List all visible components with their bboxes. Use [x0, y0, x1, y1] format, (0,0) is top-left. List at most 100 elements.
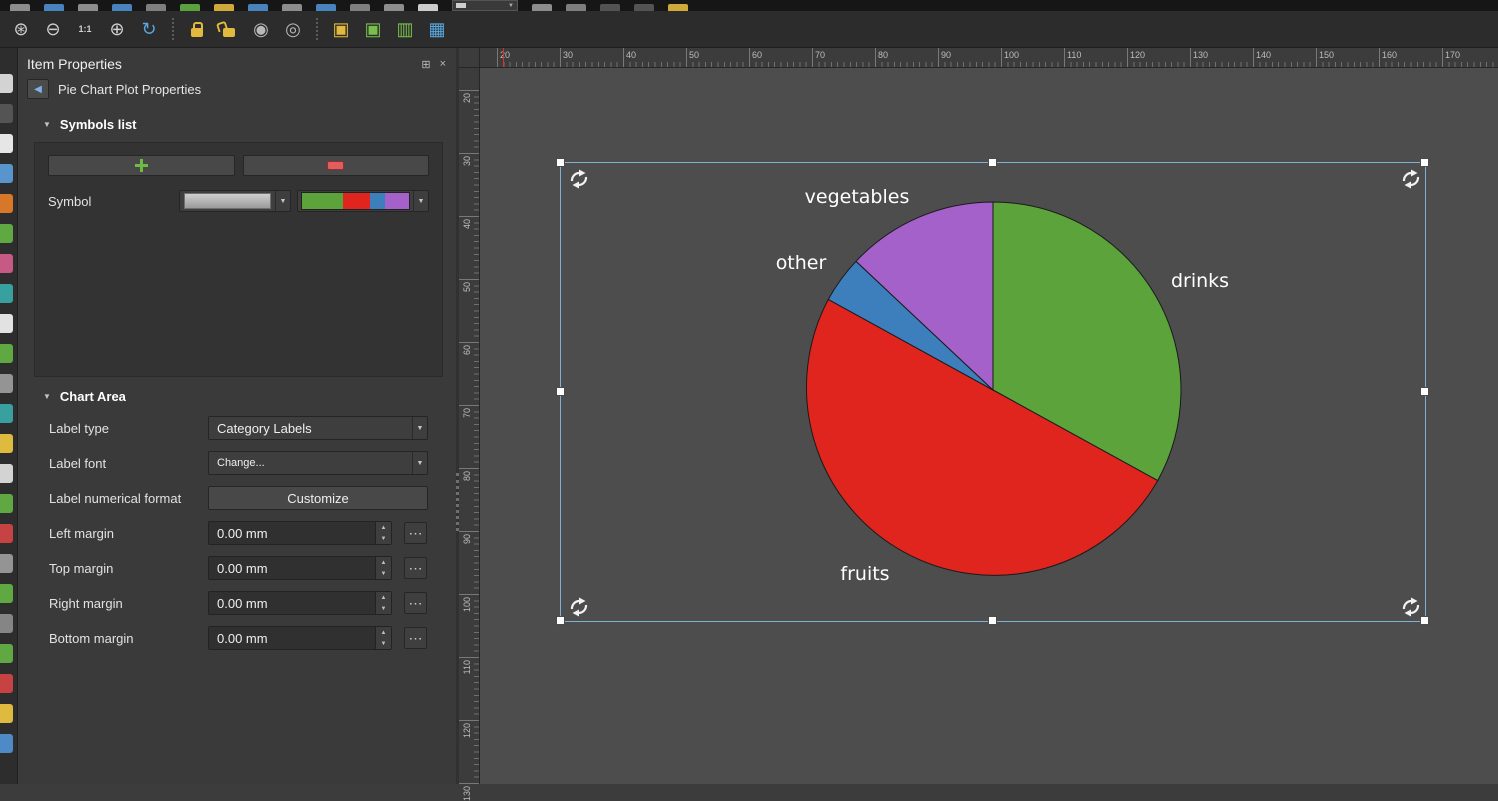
spin-down-icon[interactable]: ▼ [376, 533, 391, 544]
rotate-handle-icon[interactable] [568, 168, 590, 190]
cropped-toolbar-icon[interactable] [566, 4, 586, 11]
layout-tool-icon[interactable] [0, 704, 13, 723]
left-margin-value[interactable]: 0.00 mm [209, 522, 375, 544]
add-3d-map-tool-icon[interactable] [0, 254, 13, 273]
cropped-toolbar-icon[interactable] [112, 4, 132, 11]
cropped-toolbar-icon[interactable] [532, 4, 552, 11]
add-fixed-table-tool-icon[interactable] [0, 584, 13, 603]
label-font-button[interactable]: Change... ▼ [208, 451, 428, 475]
spin-buttons[interactable]: ▲ ▼ [375, 522, 391, 544]
rotate-handle-icon[interactable] [1400, 596, 1422, 618]
cropped-toolbar-icon[interactable] [146, 4, 166, 11]
spin-down-icon[interactable]: ▼ [376, 603, 391, 614]
top-margin-spinbox[interactable]: 0.00 mm ▲ ▼ [208, 556, 392, 580]
cropped-toolbar-icon[interactable] [10, 4, 30, 11]
cropped-toolbar-icon[interactable] [418, 4, 438, 11]
data-defined-override-button[interactable]: ⋯ [404, 557, 427, 579]
cropped-toolbar-icon[interactable] [282, 4, 302, 11]
close-panel-icon[interactable]: × [440, 58, 446, 71]
spin-up-icon[interactable]: ▲ [376, 592, 391, 603]
add-label-tool-icon[interactable] [0, 314, 13, 333]
add-map-tool-icon[interactable] [0, 224, 13, 243]
symbols-list-section-header[interactable]: ▼ Symbols list [19, 105, 456, 140]
zoom-out-icon[interactable]: ⊖ [40, 16, 66, 42]
data-defined-override-button[interactable]: ⋯ [404, 592, 427, 614]
selection-handle[interactable] [988, 158, 997, 167]
add-arrow-tool-icon[interactable] [0, 464, 13, 483]
lock-selected-items-icon[interactable] [184, 16, 210, 42]
align-items-icon[interactable]: ▥ [392, 16, 418, 42]
float-panel-icon[interactable]: ⊞ [421, 58, 430, 71]
add-north-arrow-tool-icon[interactable] [0, 404, 13, 423]
add-elevation-profile-tool-icon[interactable] [0, 644, 13, 663]
remove-symbol-button[interactable] [243, 155, 430, 176]
rotate-handle-icon[interactable] [1400, 168, 1422, 190]
right-margin-spinbox[interactable]: 0.00 mm ▲ ▼ [208, 591, 392, 615]
cropped-dropdown[interactable]: ▼ [452, 0, 518, 11]
ungroup-items-icon[interactable]: ▣ [360, 16, 386, 42]
add-picture-tool-icon[interactable] [0, 284, 13, 303]
group-items-icon[interactable]: ▣ [328, 16, 354, 42]
cropped-toolbar-icon[interactable] [350, 4, 370, 11]
selection-handle[interactable] [556, 387, 565, 396]
zoom-in-icon[interactable]: ⊕ [104, 16, 130, 42]
refresh-view-icon[interactable]: ↻ [136, 16, 162, 42]
customize-button[interactable]: Customize [208, 486, 428, 510]
top-margin-value[interactable]: 0.00 mm [209, 557, 375, 579]
symbols-list-area[interactable] [48, 212, 429, 342]
spin-down-icon[interactable]: ▼ [376, 638, 391, 649]
chart-area-section-header[interactable]: ▼ Chart Area [19, 377, 456, 412]
selection-handle[interactable] [1420, 158, 1429, 167]
add-node-item-tool-icon[interactable] [0, 494, 13, 513]
spin-buttons[interactable]: ▲ ▼ [375, 627, 391, 649]
cropped-toolbar-icon[interactable] [600, 4, 620, 11]
selection-handle[interactable] [1420, 387, 1429, 396]
vertical-ruler[interactable]: 2030405060708090100110120130 [459, 68, 480, 784]
layout-tool-icon[interactable] [0, 734, 13, 753]
cropped-toolbar-icon[interactable] [248, 4, 268, 11]
spin-buttons[interactable]: ▲ ▼ [375, 557, 391, 579]
cropped-toolbar-icon[interactable] [316, 4, 336, 11]
cropped-toolbar-icon[interactable] [214, 4, 234, 11]
bottom-margin-value[interactable]: 0.00 mm [209, 627, 375, 649]
select-locked-items-icon[interactable]: ◉ [248, 16, 274, 42]
left-margin-spinbox[interactable]: 0.00 mm ▲ ▼ [208, 521, 392, 545]
selection-handle[interactable] [556, 616, 565, 625]
zoom-tool-icon[interactable] [0, 104, 13, 123]
spin-down-icon[interactable]: ▼ [376, 568, 391, 579]
add-chart-tool-icon[interactable] [0, 674, 13, 693]
zoom-full-icon[interactable]: ⊛ [8, 16, 34, 42]
deselect-locked-items-icon[interactable]: ◎ [280, 16, 306, 42]
spin-buttons[interactable]: ▲ ▼ [375, 592, 391, 614]
move-content-tool-icon[interactable] [0, 164, 13, 183]
cropped-toolbar-icon[interactable] [384, 4, 404, 11]
add-symbol-button[interactable] [48, 155, 235, 176]
pan-tool-icon[interactable] [0, 74, 13, 93]
add-shape-tool-icon[interactable] [0, 434, 13, 453]
back-button[interactable]: ◀ [27, 79, 49, 99]
data-defined-override-button[interactable]: ⋯ [404, 627, 427, 649]
cropped-toolbar-icon[interactable] [634, 4, 654, 11]
selection-handle[interactable] [988, 616, 997, 625]
select-move-item-tool-icon[interactable] [0, 134, 13, 153]
right-margin-value[interactable]: 0.00 mm [209, 592, 375, 614]
spin-up-icon[interactable]: ▲ [376, 627, 391, 638]
symbol-preview-dropdown[interactable]: ▼ [179, 190, 291, 212]
add-scalebar-tool-icon[interactable] [0, 374, 13, 393]
add-html-frame-tool-icon[interactable] [0, 524, 13, 543]
edit-nodes-tool-icon[interactable] [0, 194, 13, 213]
add-legend-tool-icon[interactable] [0, 344, 13, 363]
unlock-all-items-icon[interactable] [216, 16, 242, 42]
spin-up-icon[interactable]: ▲ [376, 557, 391, 568]
layout-canvas[interactable]: drinksfruitsothervegetables [480, 68, 1498, 784]
color-ramp-dropdown[interactable]: ▼ [297, 190, 429, 212]
cropped-toolbar-icon[interactable] [78, 4, 98, 11]
cropped-toolbar-icon[interactable] [180, 4, 200, 11]
cropped-toolbar-icon[interactable] [44, 4, 64, 11]
add-attribute-table-tool-icon[interactable] [0, 554, 13, 573]
rotate-handle-icon[interactable] [568, 596, 590, 618]
distribute-items-icon[interactable]: ▦ [424, 16, 450, 42]
label-type-dropdown[interactable]: Category Labels ▼ [208, 416, 428, 440]
data-defined-override-button[interactable]: ⋯ [404, 522, 427, 544]
horizontal-ruler[interactable]: 2030405060708090100110120130140150160170 [480, 48, 1498, 68]
